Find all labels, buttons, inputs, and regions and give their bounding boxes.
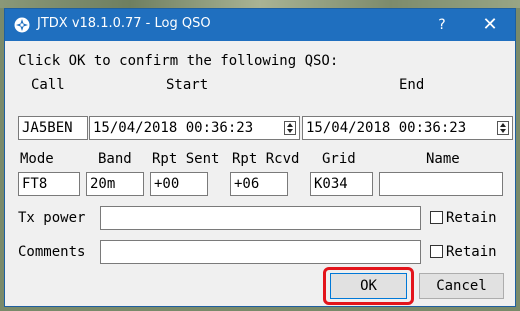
help-button[interactable]: ? (419, 9, 465, 41)
jtdx-app-icon (14, 17, 30, 33)
rpt-sent-label: Rpt Sent (152, 151, 220, 167)
desktop-background (0, 0, 520, 8)
retain-comments-label: Retain (446, 244, 497, 260)
band-field[interactable]: 20m (86, 172, 144, 196)
log-qso-dialog: JTDX v18.1.0.77 - Log QSO ? ✕ Click OK t… (4, 8, 516, 307)
start-spinner-icon[interactable] (284, 121, 296, 135)
close-button[interactable]: ✕ (465, 9, 515, 41)
window-title: JTDX v18.1.0.77 - Log QSO (37, 16, 211, 31)
band-label: Band (98, 151, 132, 167)
end-header: End (399, 77, 425, 93)
confirm-prompt: Click OK to confirm the following QSO: (18, 53, 339, 69)
end-datetime-field[interactable]: 15/04/2018 00:36:23 (302, 116, 513, 140)
retain-tx-power-label: Retain (446, 210, 497, 226)
grid-label: Grid (322, 151, 356, 167)
ok-button[interactable]: OK (330, 273, 407, 299)
retain-comments-checkbox[interactable] (430, 245, 443, 258)
mode-label: Mode (20, 151, 54, 167)
start-datetime-field[interactable]: 15/04/2018 00:36:23 (89, 116, 300, 140)
cancel-button[interactable]: Cancel (419, 273, 504, 299)
tx-power-field[interactable] (100, 206, 421, 230)
call-header: Call (31, 77, 65, 93)
rpt-rcvd-label: Rpt Rcvd (232, 151, 300, 167)
end-spinner-icon[interactable] (497, 121, 509, 135)
tx-power-label: Tx power (18, 210, 86, 226)
start-header: Start (166, 77, 209, 93)
title-bar[interactable]: JTDX v18.1.0.77 - Log QSO ? ✕ (5, 9, 515, 41)
start-datetime-value: 15/04/2018 00:36:23 (93, 120, 254, 136)
grid-field[interactable]: K034 (310, 172, 373, 196)
rpt-rcvd-field[interactable]: +06 (230, 172, 288, 196)
comments-field[interactable] (100, 240, 421, 264)
name-field[interactable] (379, 172, 503, 196)
retain-tx-power-checkbox[interactable] (430, 211, 443, 224)
mode-field[interactable]: FT8 (18, 172, 80, 196)
end-datetime-value: 15/04/2018 00:36:23 (306, 120, 467, 136)
name-label: Name (426, 151, 460, 167)
comments-label: Comments (18, 244, 86, 260)
rpt-sent-field[interactable]: +00 (150, 172, 208, 196)
call-field[interactable]: JA5BEN (18, 116, 88, 140)
